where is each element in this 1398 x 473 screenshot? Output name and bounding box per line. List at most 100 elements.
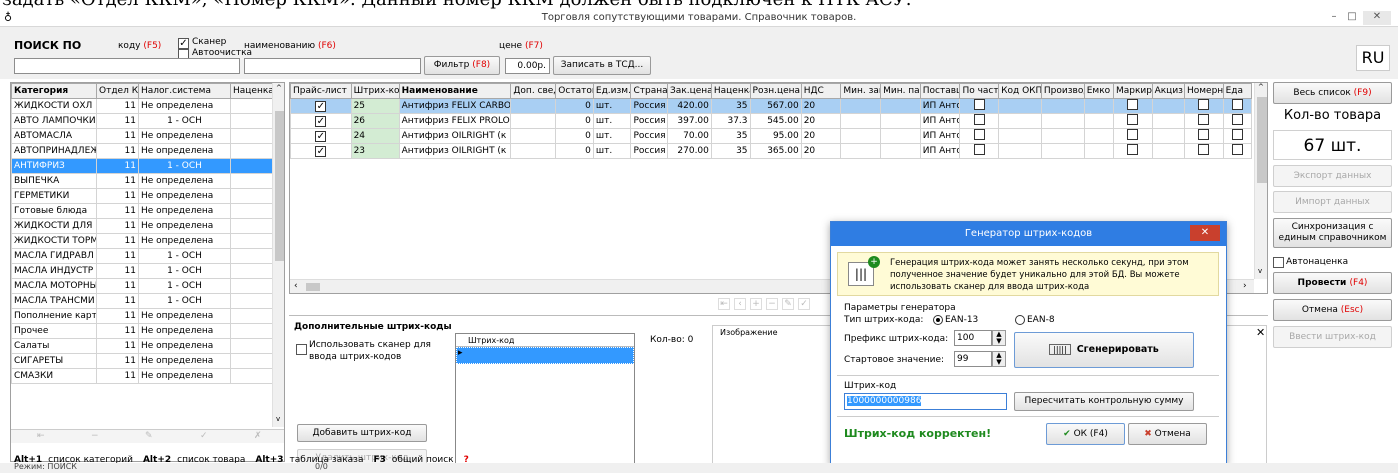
- category-row[interactable]: АВТОМАСЛА 11 Не определена: [11, 128, 273, 144]
- pricelist-checkbox[interactable]: ✓: [290, 143, 352, 159]
- category-row[interactable]: ГЕРМЕТИКИ 11 Не определена: [11, 188, 273, 204]
- product-column-header[interactable]: Наценка,: [710, 83, 751, 99]
- add-record-icon[interactable]: +: [750, 298, 762, 310]
- product-column-header[interactable]: Страна: [630, 83, 669, 99]
- product-flag-checkbox[interactable]: [1183, 128, 1224, 144]
- category-row[interactable]: Готовые блюда 11 Не определена: [11, 203, 273, 219]
- delete-icon[interactable]: ✗: [254, 431, 262, 441]
- product-column-header[interactable]: Код ОКП: [998, 83, 1042, 99]
- product-flag-checkbox[interactable]: [1183, 143, 1224, 159]
- product-row[interactable]: ✓ 25 Антифриз FELIX CARBO 0 шт. Россия 420.00 3…: [290, 98, 1253, 114]
- product-flag-checkbox[interactable]: [1112, 113, 1153, 129]
- dialog-cancel-button[interactable]: ✖ Отмена: [1128, 423, 1207, 445]
- category-row[interactable]: ЖИДКОСТИ ДЛЯ 11 Не определена: [11, 218, 273, 234]
- product-column-header[interactable]: Еда: [1222, 83, 1253, 99]
- product-column-header[interactable]: Остаток: [555, 83, 594, 99]
- product-column-header[interactable]: Поставщ: [919, 83, 961, 99]
- save-record-icon[interactable]: ✓: [798, 298, 810, 310]
- product-row[interactable]: ✓ 24 Антифриз OILRIGHT (к 0 шт. Россия 70.00 35…: [290, 128, 1253, 144]
- ean8-radio[interactable]: [1015, 315, 1025, 325]
- write-tsd-button[interactable]: Записать в ТСД...: [553, 56, 651, 75]
- product-column-header[interactable]: Производ: [1040, 83, 1085, 99]
- category-row[interactable]: ЖИДКОСТИ ТОРМ 11 Не определена: [11, 233, 273, 249]
- image-close-icon[interactable]: ✕: [1256, 326, 1265, 339]
- generate-button[interactable]: ||||| Сгенерировать: [1014, 332, 1194, 368]
- all-list-button[interactable]: Весь список (F9): [1273, 82, 1392, 104]
- product-flag-checkbox[interactable]: [959, 98, 1000, 114]
- category-row[interactable]: Салаты 11 Не определена: [11, 338, 273, 354]
- category-row[interactable]: МАСЛА МОТОРНЫ 11 1 - ОСН: [11, 278, 273, 294]
- minus-icon[interactable]: −: [91, 431, 99, 441]
- filter-button[interactable]: Фильтр (F8): [424, 56, 500, 75]
- pricelist-checkbox[interactable]: ✓: [290, 113, 352, 129]
- maximize-button[interactable]: □: [1344, 11, 1360, 25]
- start-spinner[interactable]: ▲ ▼: [992, 351, 1006, 367]
- product-column-header[interactable]: Розн.цена: [749, 83, 802, 99]
- product-flag-checkbox[interactable]: [959, 143, 1000, 159]
- product-flag-checkbox[interactable]: [1112, 128, 1153, 144]
- product-flag-checkbox[interactable]: [1222, 143, 1253, 159]
- category-row[interactable]: СМАЗКИ 11 Не определена: [11, 368, 273, 384]
- product-row[interactable]: ✓ 23 Антифриз OILRIGHT (к 0 шт. Россия 270.00 3…: [290, 143, 1253, 159]
- pricelist-checkbox[interactable]: ✓: [290, 128, 352, 144]
- product-flag-checkbox[interactable]: [959, 128, 1000, 144]
- product-column-header[interactable]: Зак.цена: [667, 83, 712, 99]
- product-column-header[interactable]: НДС: [800, 83, 842, 99]
- product-column-header[interactable]: Акциз: [1151, 83, 1185, 99]
- product-flag-checkbox[interactable]: [1112, 98, 1153, 114]
- category-row[interactable]: СИГАРЕТЫ 11 Не определена: [11, 353, 273, 369]
- start-input[interactable]: 99: [954, 351, 992, 367]
- first-icon[interactable]: ⇤: [37, 431, 45, 441]
- dialog-ok-button[interactable]: ✔ ОК (F4): [1046, 423, 1125, 445]
- sync-button[interactable]: Синхронизация с единым справочником: [1273, 218, 1392, 248]
- product-flag-checkbox[interactable]: [1183, 113, 1224, 129]
- code-search-input[interactable]: [14, 58, 240, 74]
- category-row[interactable]: МАСЛА ТРАНСМИ 11 1 - ОСН: [11, 293, 273, 309]
- prefix-input[interactable]: 100: [954, 330, 992, 346]
- pricelist-checkbox[interactable]: ✓: [290, 98, 352, 114]
- ean13-radio[interactable]: [933, 315, 943, 325]
- dialog-close-button[interactable]: ✕: [1190, 225, 1220, 241]
- product-column-header[interactable]: Мин. пар: [880, 83, 921, 99]
- autonacenka-checkbox[interactable]: [1273, 257, 1284, 268]
- post-button[interactable]: Провести (F4): [1273, 272, 1392, 294]
- category-row[interactable]: Пополнение карт 11 Не определена: [11, 308, 273, 324]
- recalc-checksum-button[interactable]: Пересчитать контрольную сумму: [1014, 392, 1194, 411]
- product-row[interactable]: ✓ 26 Антифриз FELIX PROLO 0 шт. Россия 397.00 3…: [290, 113, 1253, 129]
- first-record-icon[interactable]: ⇤: [718, 298, 730, 310]
- scanner-checkbox[interactable]: ✓: [178, 38, 189, 49]
- import-button[interactable]: Импорт данных: [1273, 191, 1392, 213]
- use-scanner-checkbox[interactable]: [296, 344, 307, 355]
- category-row[interactable]: МАСЛА ИНДУСТР 11 1 - ОСН: [11, 263, 273, 279]
- col-tax[interactable]: Налог.система: [138, 83, 231, 99]
- barcode-input[interactable]: 1000000000986: [844, 393, 1007, 410]
- extra-grid-new-row[interactable]: [456, 347, 634, 364]
- product-flag-checkbox[interactable]: [1222, 128, 1253, 144]
- price-search-input[interactable]: 0.00р.: [505, 58, 550, 74]
- col-kkm[interactable]: Отдел ККМ: [96, 83, 139, 99]
- product-column-header[interactable]: Доп. свед.: [510, 83, 557, 99]
- products-vscroll[interactable]: ^ v: [1254, 83, 1267, 279]
- prefix-spinner[interactable]: ▲ ▼: [992, 330, 1006, 346]
- category-row[interactable]: АНТИФРИЗ 11 1 - ОСН: [11, 158, 273, 174]
- product-column-header[interactable]: Емко: [1083, 83, 1114, 99]
- language-indicator[interactable]: RU: [1356, 45, 1390, 71]
- product-flag-checkbox[interactable]: [1183, 98, 1224, 114]
- category-row[interactable]: АВТОПРИНАДЛЕЖ 11 Не определена: [11, 143, 273, 159]
- product-flag-checkbox[interactable]: [959, 113, 1000, 129]
- product-flag-checkbox[interactable]: [1222, 113, 1253, 129]
- col-category[interactable]: Категория: [11, 83, 97, 99]
- name-search-input[interactable]: [244, 58, 421, 74]
- edit-icon[interactable]: ✎: [145, 431, 153, 441]
- categories-scrollbar[interactable]: ^ v: [272, 83, 284, 427]
- enter-barcode-button[interactable]: Ввести штрих-код: [1273, 326, 1392, 348]
- check-icon[interactable]: ✓: [200, 431, 208, 441]
- product-flag-checkbox[interactable]: [1112, 143, 1153, 159]
- prev-record-icon[interactable]: ‹: [734, 298, 746, 310]
- product-column-header[interactable]: По част: [959, 83, 1000, 99]
- category-row[interactable]: МАСЛА ГИДРАВЛ 11 1 - ОСН: [11, 248, 273, 264]
- category-row[interactable]: ЖИДКОСТИ ОХЛ 11 Не определена: [11, 98, 273, 114]
- col-markup[interactable]: Наценка: [230, 83, 273, 99]
- remove-record-icon[interactable]: −: [766, 298, 778, 310]
- product-column-header[interactable]: Штрих-код: [350, 83, 400, 99]
